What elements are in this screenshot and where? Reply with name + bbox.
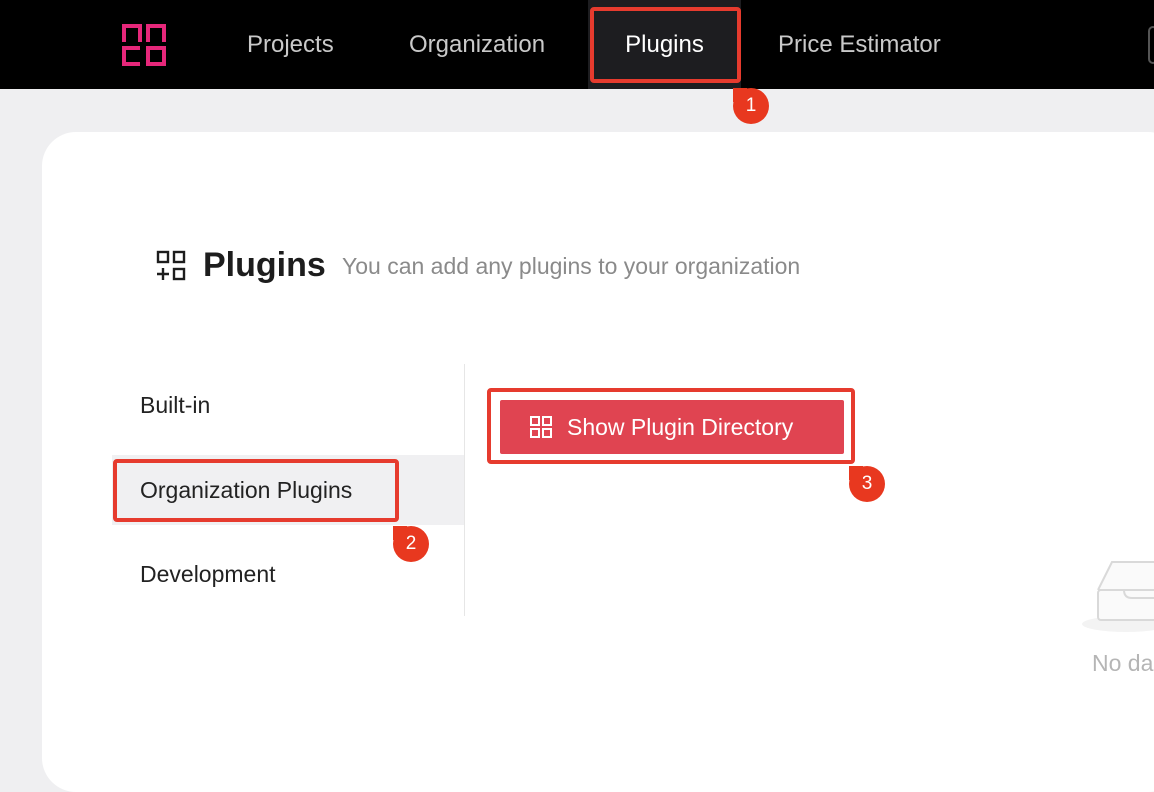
step-badge-1: 1: [733, 88, 769, 124]
nav-overflow-control[interactable]: [1148, 26, 1154, 64]
empty-inbox-icon: [1082, 561, 1154, 632]
nav-projects[interactable]: Projects: [247, 0, 334, 89]
page-title: Plugins: [203, 246, 326, 284]
sidebar-item-built-in[interactable]: Built-in: [140, 392, 210, 419]
sidebar-item-development[interactable]: Development: [140, 561, 276, 588]
nav-organization[interactable]: Organization: [409, 0, 545, 89]
step-badge-2: 2: [393, 526, 429, 562]
highlight-box-organization-plugins: [113, 459, 399, 522]
highlight-box-plugins-tab: [590, 7, 741, 83]
brand-logo[interactable]: [122, 24, 166, 66]
highlight-box-show-plugin-directory: [487, 388, 855, 464]
add-apps-icon: [156, 250, 186, 281]
page-subtitle: You can add any plugins to your organiza…: [342, 253, 801, 279]
empty-state-text: No da: [1092, 650, 1154, 676]
top-navigation-bar: Projects Organization Plugins Price Esti…: [0, 0, 1154, 89]
sidebar-divider: [464, 364, 465, 616]
step-badge-3: 3: [849, 466, 885, 502]
nav-price-estimator[interactable]: Price Estimator: [778, 0, 941, 89]
